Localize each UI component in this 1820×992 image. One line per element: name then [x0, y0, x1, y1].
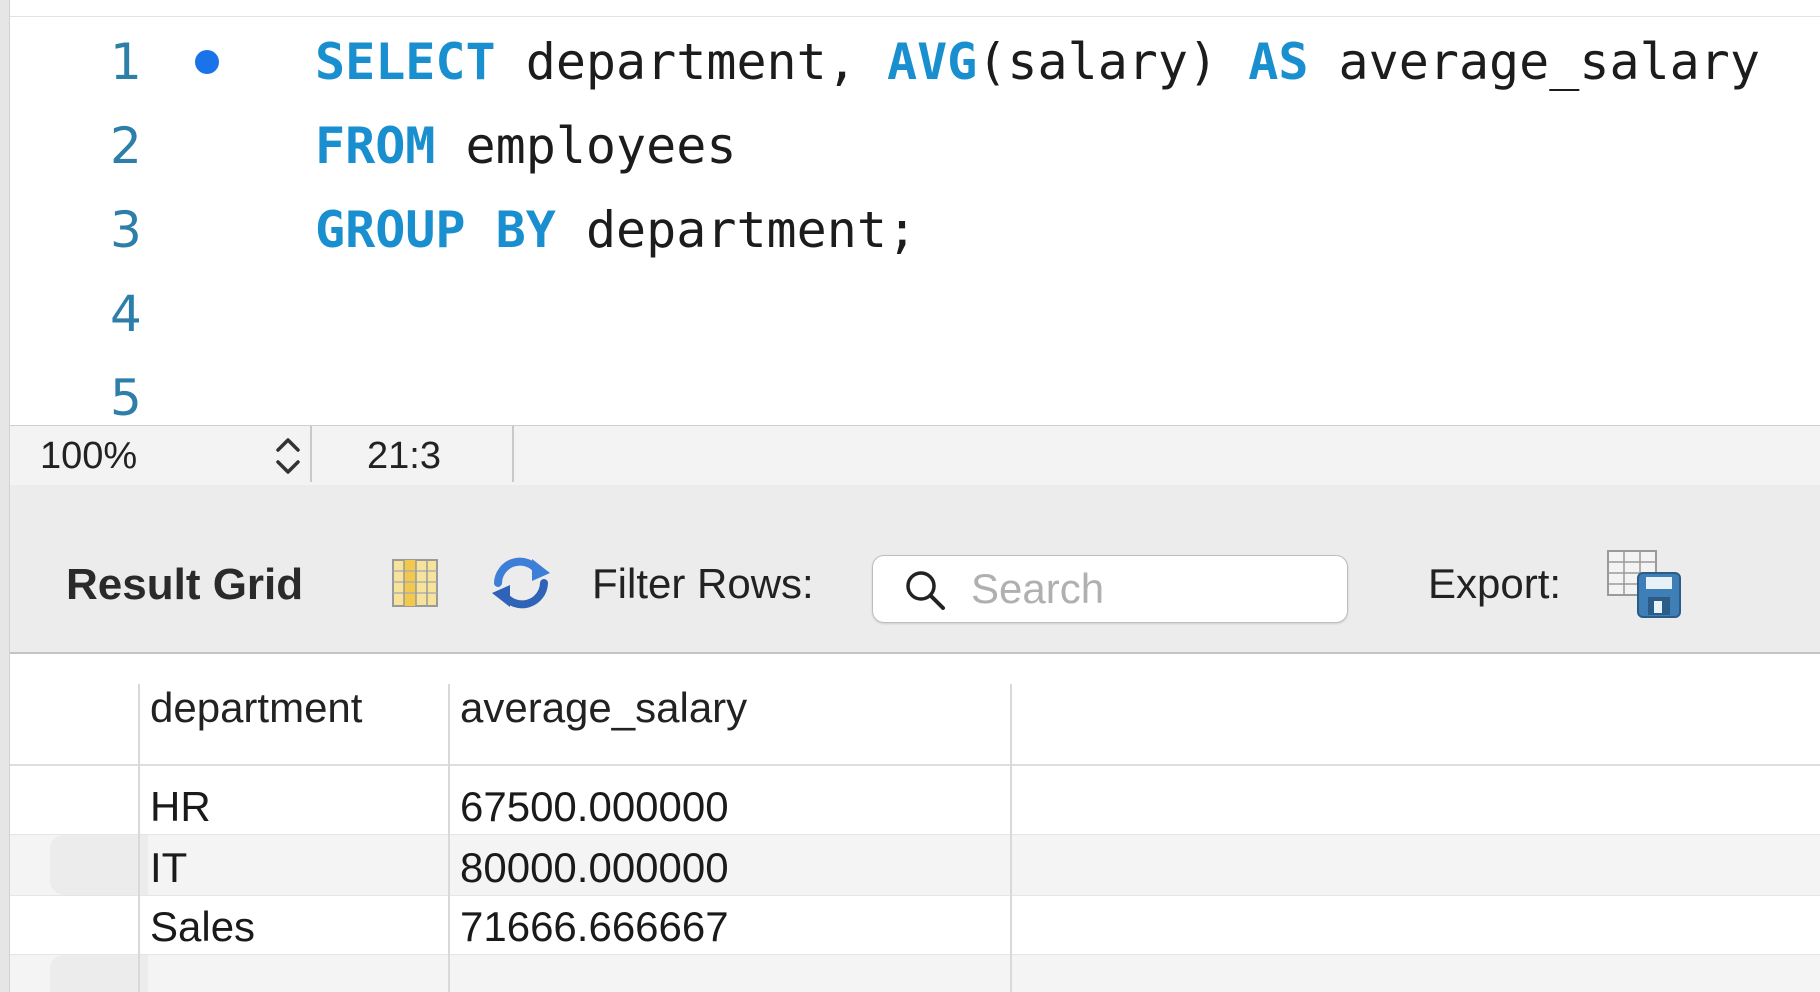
table-row[interactable]: Sales 71666.666667	[10, 894, 1820, 954]
line-number: 3	[110, 201, 142, 259]
status-separator	[310, 426, 312, 482]
result-toolbar: Result Grid Filter Rows: Export:	[10, 485, 1820, 654]
line-number: 1	[110, 33, 142, 91]
table-row-empty	[10, 954, 1820, 992]
row-header	[50, 955, 148, 992]
row-header[interactable]	[50, 835, 148, 895]
code-line[interactable]: 1 SELECT department, AVG(salary) AS avera…	[10, 20, 1820, 104]
zoom-stepper-icon[interactable]	[272, 432, 304, 480]
line-number: 2	[110, 117, 142, 175]
row-header[interactable]	[50, 774, 148, 834]
cursor-position: 21:3	[367, 435, 441, 477]
table-row[interactable]: HR 67500.000000	[10, 774, 1820, 834]
sql-keyword: GROUP	[315, 201, 466, 259]
column-header-average-salary[interactable]: average_salary	[460, 684, 747, 732]
cell-average-salary[interactable]: 71666.666667	[460, 903, 729, 951]
code-text[interactable]: GROUP BY department;	[315, 188, 917, 272]
filter-rows-label: Filter Rows:	[592, 560, 814, 607]
left-rail	[0, 0, 10, 992]
cell-department[interactable]: HR	[150, 783, 211, 831]
export-label: Export:	[1428, 560, 1562, 607]
table-row[interactable]: IT 80000.000000	[10, 834, 1820, 896]
sql-keyword: AS	[1248, 33, 1309, 91]
cell-average-salary[interactable]: 80000.000000	[460, 844, 729, 892]
line-number: 5	[110, 369, 142, 425]
cell-average-salary[interactable]: 67500.000000	[460, 783, 729, 831]
code-token: department;	[555, 201, 918, 259]
code-token: average_salary	[1308, 33, 1760, 91]
statement-marker-icon	[195, 50, 219, 74]
code-text[interactable]: FROM employees	[315, 104, 736, 188]
cell-department[interactable]: IT	[150, 844, 187, 892]
export-icon[interactable]	[1606, 547, 1682, 619]
code-line[interactable]: 2 FROM employees	[10, 104, 1820, 188]
line-number: 4	[110, 285, 142, 343]
search-input[interactable]	[969, 562, 1333, 616]
row-header[interactable]	[50, 894, 148, 954]
sql-keyword: SELECT	[315, 33, 496, 91]
filter-search-box[interactable]	[872, 555, 1348, 623]
code-line[interactable]: 4	[10, 272, 1820, 356]
grid-layout-icon[interactable]	[390, 557, 440, 609]
code-token: (salary)	[977, 33, 1249, 91]
status-separator	[512, 426, 514, 482]
zoom-level: 100%	[40, 435, 138, 477]
sql-keyword: AVG	[886, 33, 978, 91]
result-grid-tab[interactable]: Result Grid	[66, 560, 303, 610]
grid-header: department average_salary	[10, 654, 1820, 766]
code-line[interactable]: 5	[10, 356, 1820, 425]
sql-editor[interactable]: 1 SELECT department, AVG(salary) AS avera…	[10, 0, 1820, 425]
search-icon	[906, 571, 945, 610]
result-grid[interactable]: department average_salary HR 67500.00000…	[10, 654, 1820, 992]
column-header-department[interactable]: department	[150, 684, 362, 732]
sql-keyword: FROM	[315, 117, 436, 175]
code-line[interactable]: 3 GROUP BY department;	[10, 188, 1820, 272]
refresh-icon[interactable]	[488, 553, 554, 613]
code-text[interactable]: SELECT department, AVG(salary) AS averag…	[315, 20, 1760, 104]
sql-keyword: BY	[495, 201, 556, 259]
column-divider[interactable]	[138, 684, 140, 992]
cell-department[interactable]: Sales	[150, 903, 255, 951]
editor-top-border	[10, 16, 1820, 17]
code-token: department,	[495, 33, 887, 91]
editor-status-bar: 100% 21:3	[10, 425, 1820, 486]
code-token: employees	[435, 117, 737, 175]
column-divider[interactable]	[1010, 684, 1012, 992]
column-divider[interactable]	[448, 684, 450, 992]
